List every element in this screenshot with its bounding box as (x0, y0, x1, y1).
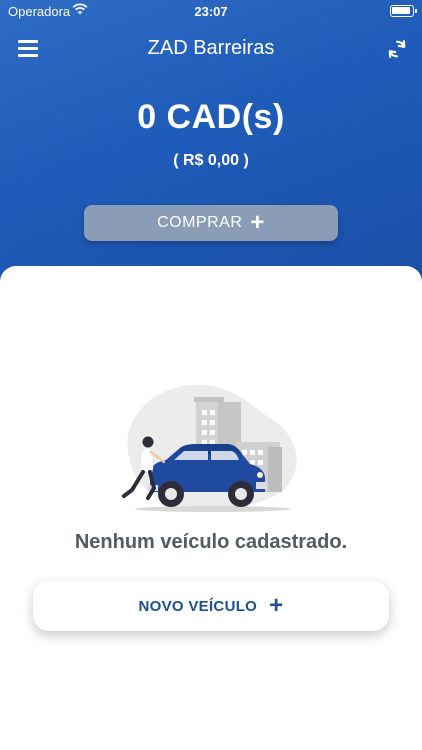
battery-icon (390, 5, 417, 17)
app-header: Operadora 23:07 ZAD Barreiras 0 CAD(s) (… (0, 0, 422, 300)
new-vehicle-label: NOVO VEÍCULO (138, 597, 258, 615)
page-title: ZAD Barreiras (147, 37, 275, 59)
empty-vehicle-illustration (122, 384, 297, 512)
plus-icon: + (250, 209, 265, 236)
status-bar: Operadora 23:07 (0, 0, 422, 24)
money-balance: ( R$ 0,00 ) (173, 152, 249, 169)
buy-button-label: COMPRAR (157, 214, 243, 231)
cad-balance: 0 CAD(s) (137, 98, 285, 136)
empty-state-message: Nenhum veículo cadastrado. (74, 531, 348, 553)
plus-icon: + (269, 592, 284, 619)
buy-button[interactable]: COMPRAR + (84, 205, 338, 241)
sync-icon[interactable] (386, 38, 408, 60)
new-vehicle-button[interactable]: NOVO VEÍCULO + (33, 581, 389, 631)
clock: 23:07 (194, 4, 228, 19)
